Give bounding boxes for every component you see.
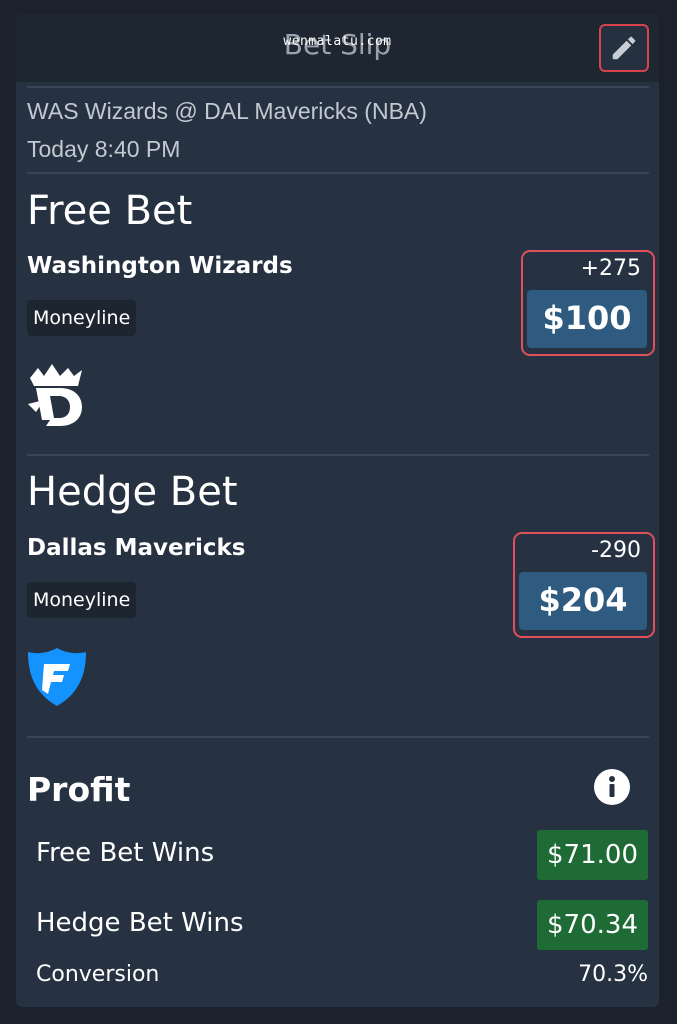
fanduel-logo-icon [26, 646, 88, 712]
info-icon[interactable] [594, 769, 630, 805]
divider [27, 86, 649, 88]
free-bet-market-tag: Moneyline [27, 300, 137, 336]
hedge-bet-stake-input[interactable]: $204 [519, 572, 647, 630]
hedge-bet-title: Hedge Bet [27, 469, 238, 515]
divider [27, 172, 649, 174]
hedge-bet-odds: -290 [591, 538, 641, 563]
pencil-icon [612, 36, 636, 60]
free-bet-stake-input[interactable]: $100 [527, 290, 647, 348]
watermark-text: wenmalatu.com [283, 34, 392, 49]
hedge-bet-team: Dallas Mavericks [27, 535, 246, 561]
divider [27, 736, 649, 738]
bet-slip-card: Bet Slip wenmalatu.com WAS Wizards @ DAL… [16, 14, 659, 1007]
hedge-bet-odds-box: -290 $204 [513, 532, 655, 638]
profit-title: Profit [27, 770, 131, 809]
conversion-label: Conversion [36, 962, 160, 987]
conversion-value: 70.3% [578, 962, 648, 987]
event-time: Today 8:40 PM [27, 136, 181, 162]
free-bet-odds: +275 [580, 256, 641, 281]
edit-button[interactable] [599, 24, 649, 72]
event-matchup: WAS Wizards @ DAL Mavericks (NBA) [27, 98, 427, 124]
hedge-bet-wins-label: Hedge Bet Wins [36, 908, 244, 938]
free-bet-odds-box: +275 $100 [521, 250, 655, 356]
divider [27, 454, 649, 456]
draftkings-logo-icon [26, 364, 86, 430]
free-bet-team: Washington Wizards [27, 253, 293, 279]
event-info: WAS Wizards @ DAL Mavericks (NBA) Today … [27, 92, 427, 168]
bet-slip-header: Bet Slip wenmalatu.com [16, 14, 659, 82]
free-bet-wins-label: Free Bet Wins [36, 838, 215, 868]
free-bet-wins-value: $71.00 [537, 830, 648, 880]
hedge-bet-wins-value: $70.34 [537, 900, 648, 950]
free-bet-title: Free Bet [27, 188, 193, 234]
hedge-bet-market-tag: Moneyline [27, 582, 137, 618]
